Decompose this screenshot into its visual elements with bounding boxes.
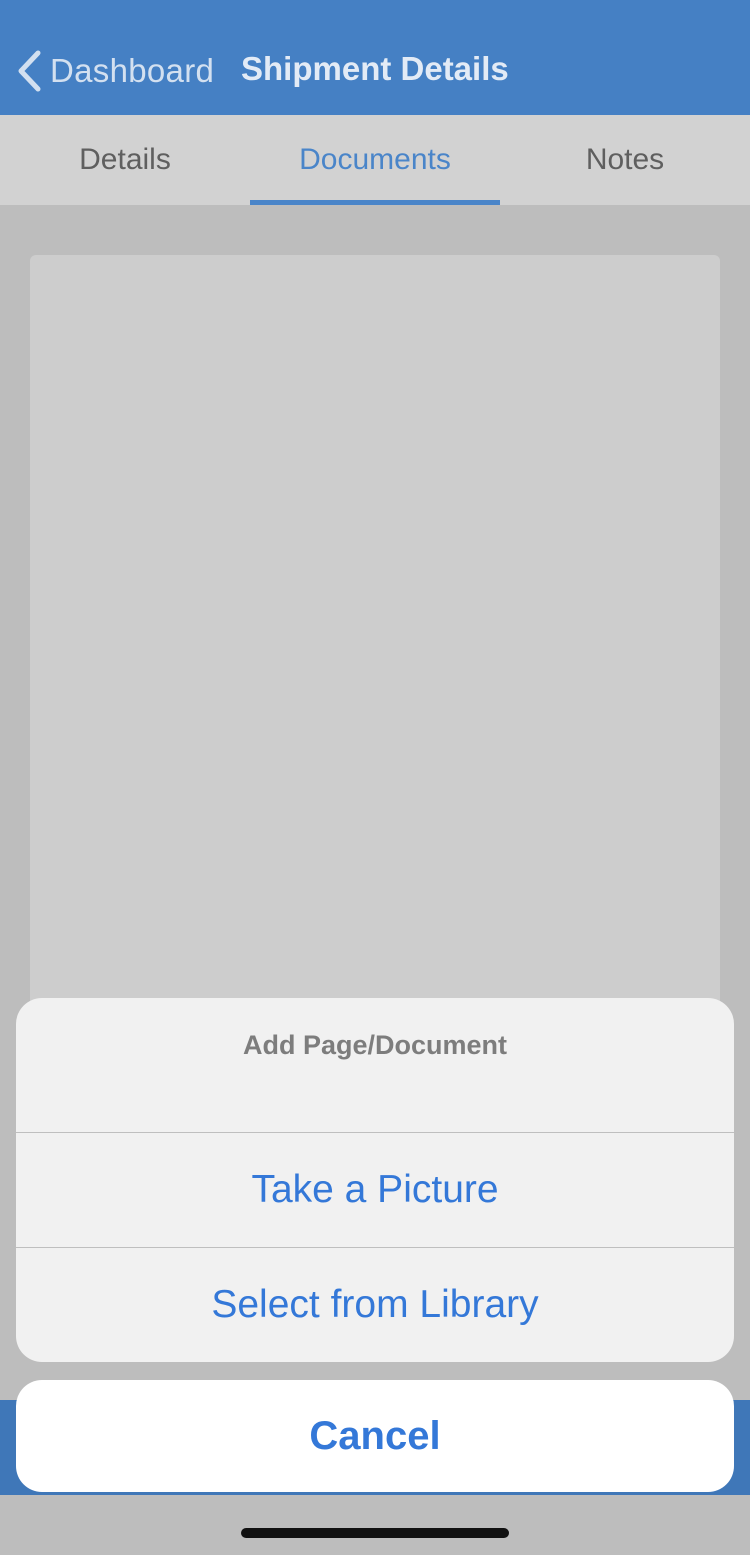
tab-bar: Details Documents Notes <box>0 115 750 205</box>
take-picture-button[interactable]: Take a Picture <box>16 1133 734 1248</box>
select-from-library-button[interactable]: Select from Library <box>16 1248 734 1362</box>
document-preview-area <box>30 255 720 1015</box>
back-button[interactable]: Dashboard <box>16 46 214 96</box>
action-sheet: Add Page/Document Take a Picture Select … <box>16 998 734 1362</box>
tab-documents[interactable]: Documents <box>250 115 500 205</box>
cancel-button[interactable]: Cancel <box>16 1380 734 1492</box>
tab-notes[interactable]: Notes <box>500 115 750 205</box>
back-button-label: Dashboard <box>50 52 215 89</box>
navigation-bar: Dashboard Shipment Details <box>0 0 750 115</box>
home-indicator[interactable] <box>241 1528 509 1538</box>
action-sheet-title: Add Page/Document <box>16 998 734 1133</box>
page-title: Shipment Details <box>241 50 509 87</box>
chevron-left-icon <box>18 50 41 92</box>
tab-details[interactable]: Details <box>0 115 250 205</box>
